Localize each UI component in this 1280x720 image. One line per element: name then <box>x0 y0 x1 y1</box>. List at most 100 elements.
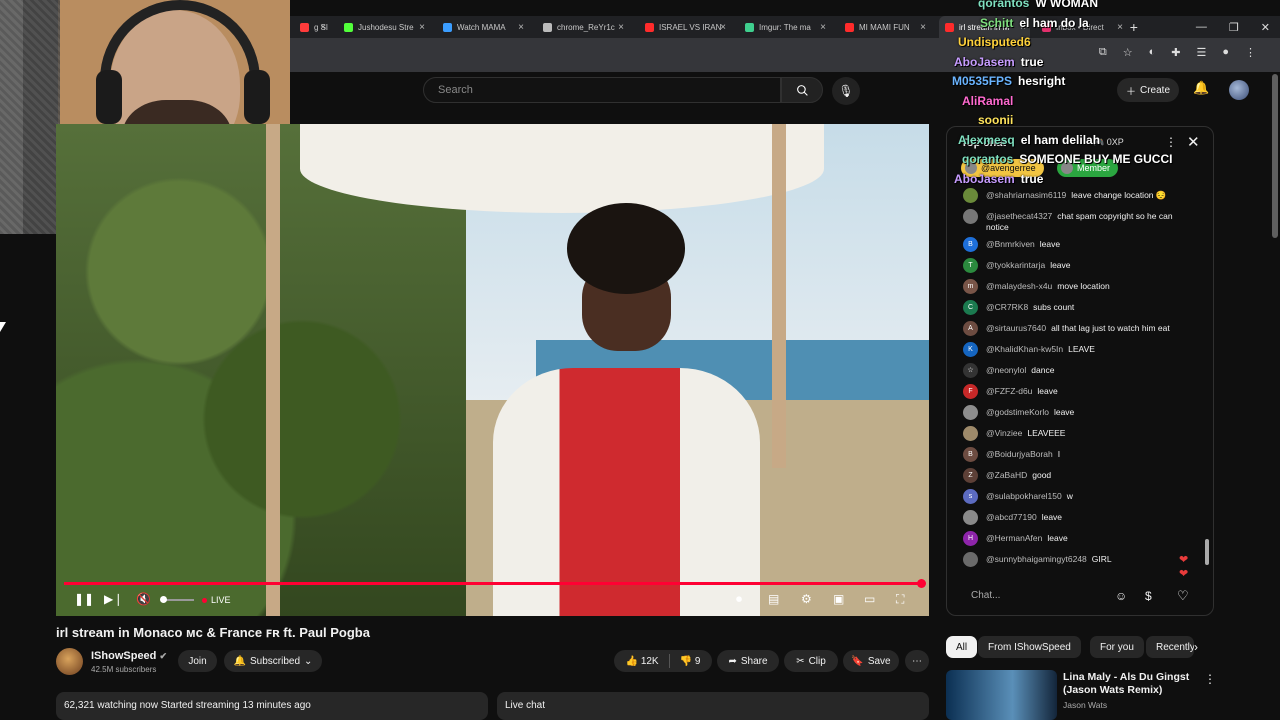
miniplayer-icon[interactable]: ▣ <box>833 592 844 606</box>
chat-message[interactable]: @godstimeKorlo leave <box>947 404 1207 425</box>
save-button[interactable]: 🔖 Save <box>843 650 899 672</box>
theater-mode-icon[interactable]: ▭ <box>864 592 875 606</box>
chat-user-avatar[interactable] <box>963 209 978 224</box>
profile-icon[interactable]: ● <box>1222 46 1229 59</box>
recommended-video-title[interactable]: Lina Maly - Als Du Gingst (Jason Wats Re… <box>1063 671 1193 697</box>
close-tab-icon[interactable]: × <box>820 22 826 33</box>
chat-user-avatar[interactable]: s <box>963 489 978 504</box>
recommended-more-icon[interactable]: ⋮ <box>1204 672 1216 686</box>
member-chip[interactable]: Member <box>1057 159 1119 177</box>
chat-message[interactable]: C @CR7RK8 subs count <box>947 299 1207 320</box>
dislike-button[interactable]: 👎 9 <box>680 656 701 667</box>
chat-message[interactable]: ☆ @neonylol dance <box>947 362 1207 383</box>
close-tab-icon[interactable]: × <box>618 22 624 33</box>
channel-avatar[interactable] <box>56 648 83 675</box>
browser-tab[interactable]: Jushodesu Stre × <box>338 16 429 38</box>
chat-username[interactable]: @sunnybhaigamingyt6248 <box>986 554 1087 564</box>
recommended-video-channel[interactable]: Jason Wats <box>1063 700 1107 710</box>
chat-user-avatar[interactable]: A <box>963 321 978 336</box>
create-button[interactable]: ＋ Create <box>1117 78 1179 102</box>
search-button[interactable] <box>781 77 823 103</box>
chat-user-avatar[interactable]: B <box>963 237 978 252</box>
chat-message[interactable]: @shahriarnasim6119 leave change location … <box>947 187 1207 208</box>
search-input[interactable]: Search <box>423 77 781 103</box>
chat-scrollbar[interactable] <box>1205 189 1209 574</box>
xp-badge[interactable]: 🎮 0XP <box>1093 137 1124 148</box>
more-actions-button[interactable]: ⋯ <box>905 650 929 672</box>
description-box[interactable]: 62,321 watching now Started streaming 13… <box>56 692 488 720</box>
filter-chip-all[interactable]: All <box>946 636 978 658</box>
minimize-button[interactable]: — <box>1196 21 1207 33</box>
chat-user-avatar[interactable] <box>963 405 978 420</box>
chat-username[interactable]: @Vinziee <box>986 428 1022 438</box>
chat-message[interactable]: @Vinziee LEAVEEE <box>947 425 1207 446</box>
close-tab-icon[interactable]: × <box>1020 22 1026 33</box>
chat-input[interactable]: Chat... <box>957 585 1117 607</box>
close-tab-icon[interactable]: × <box>1117 22 1123 33</box>
chat-user-avatar[interactable]: H <box>963 531 978 546</box>
chat-message[interactable]: A @sirtaurus7640 all that lag just to watc… <box>947 320 1207 341</box>
browser-tab[interactable]: Watch MAMA × <box>437 16 528 38</box>
video-progress-bar[interactable] <box>64 579 926 588</box>
chat-message[interactable]: K @KhalidKhan-kw5In LEAVE <box>947 341 1207 362</box>
chat-message[interactable]: m @malaydesh-x4u move location <box>947 278 1207 299</box>
chat-user-avatar[interactable]: C <box>963 300 978 315</box>
fullscreen-icon[interactable]: ⛶ <box>896 592 904 607</box>
chat-username[interactable]: @BoidurjyaBorah <box>986 449 1053 459</box>
share-button[interactable]: ➦ Share <box>717 650 779 672</box>
account-avatar[interactable] <box>1229 80 1249 100</box>
join-button[interactable]: Join <box>178 650 217 672</box>
chat-username[interactable]: @ZaBaHD <box>986 470 1027 480</box>
super-chat-icon[interactable]: $ <box>1145 589 1152 603</box>
browser-tab[interactable]: Inbox • Direct × <box>1036 16 1127 38</box>
autoplay-toggle-icon[interactable]: ⏺ <box>736 592 742 607</box>
video-player[interactable] <box>56 124 929 616</box>
volume-knob[interactable] <box>160 596 167 603</box>
subscribed-button[interactable]: 🔔 Subscribed ⌄ <box>224 650 322 672</box>
chat-user-avatar[interactable]: m <box>963 279 978 294</box>
browser-tab[interactable]: irl stream in M × <box>939 16 1030 38</box>
next-icon[interactable]: ▶❘ <box>104 592 123 606</box>
settings-gear-icon[interactable]: ⚙ <box>801 592 812 606</box>
channel-name-text[interactable]: IShowSpeed <box>91 650 156 662</box>
browser-tab[interactable]: MI MAMI FUN × <box>839 16 930 38</box>
chat-menu-icon[interactable]: ⋮ <box>1165 135 1177 149</box>
chat-user-avatar[interactable]: K <box>963 342 978 357</box>
chat-user-avatar[interactable] <box>963 188 978 203</box>
chat-user-avatar[interactable] <box>963 426 978 441</box>
chat-username[interactable]: @godstimeKorlo <box>986 407 1049 417</box>
chat-message[interactable]: @sunnybhaigamingyt6248 GIRL <box>947 551 1207 572</box>
chat-message[interactable]: @abcd77190 leave <box>947 509 1207 530</box>
volume-slider[interactable] <box>160 596 194 603</box>
chevron-right-icon[interactable]: › <box>1194 640 1198 654</box>
chat-scroll-thumb[interactable] <box>1205 539 1209 565</box>
browser-tab[interactable]: g Sl × <box>294 16 330 38</box>
chat-message-list[interactable]: @shahriarnasim6119 leave change location … <box>947 187 1207 577</box>
chat-username[interactable]: @neonylol <box>986 365 1026 375</box>
chat-username[interactable]: @abcd77190 <box>986 512 1037 522</box>
reading-list-icon[interactable]: ☰ <box>1196 46 1206 59</box>
chat-username[interactable]: @sulabpokharel150 <box>986 491 1062 501</box>
new-tab-button[interactable]: + <box>1130 19 1138 35</box>
chat-message[interactable]: T @tyokkarintarja leave <box>947 257 1207 278</box>
channel-name[interactable]: IShowSpeed ✔ <box>91 650 167 662</box>
close-tab-icon[interactable]: × <box>518 22 524 33</box>
close-tab-icon[interactable]: × <box>320 22 326 33</box>
chat-message[interactable]: B @Bnmrkiven leave <box>947 236 1207 257</box>
chat-message[interactable]: F @FZFZ-d6u leave <box>947 383 1207 404</box>
emoji-icon[interactable]: ☺ <box>1115 589 1127 603</box>
clip-button[interactable]: ✂ Clip <box>784 650 838 672</box>
chat-username[interactable]: @Bnmrkiven <box>986 239 1035 249</box>
filter-chip-for-you[interactable]: For you <box>1090 636 1144 658</box>
mute-icon[interactable]: 🔇 <box>136 592 151 606</box>
chat-username[interactable]: @CR7RK8 <box>986 302 1028 312</box>
extensions-puzzle-icon[interactable]: ✚ <box>1171 46 1180 59</box>
extension-icon[interactable]: ◐ <box>1149 46 1156 59</box>
chat-user-avatar[interactable] <box>963 552 978 567</box>
chat-username[interactable]: @shahriarnasim6119 <box>986 190 1066 200</box>
subtitles-icon[interactable]: ▤ <box>768 592 779 606</box>
chat-message[interactable]: H @HermanAfen leave <box>947 530 1207 551</box>
chat-username[interactable]: @sirtaurus7640 <box>986 323 1046 333</box>
chat-username[interactable]: @jasethecat4327 <box>986 211 1052 221</box>
like-button[interactable]: 👍 12K <box>626 656 659 667</box>
